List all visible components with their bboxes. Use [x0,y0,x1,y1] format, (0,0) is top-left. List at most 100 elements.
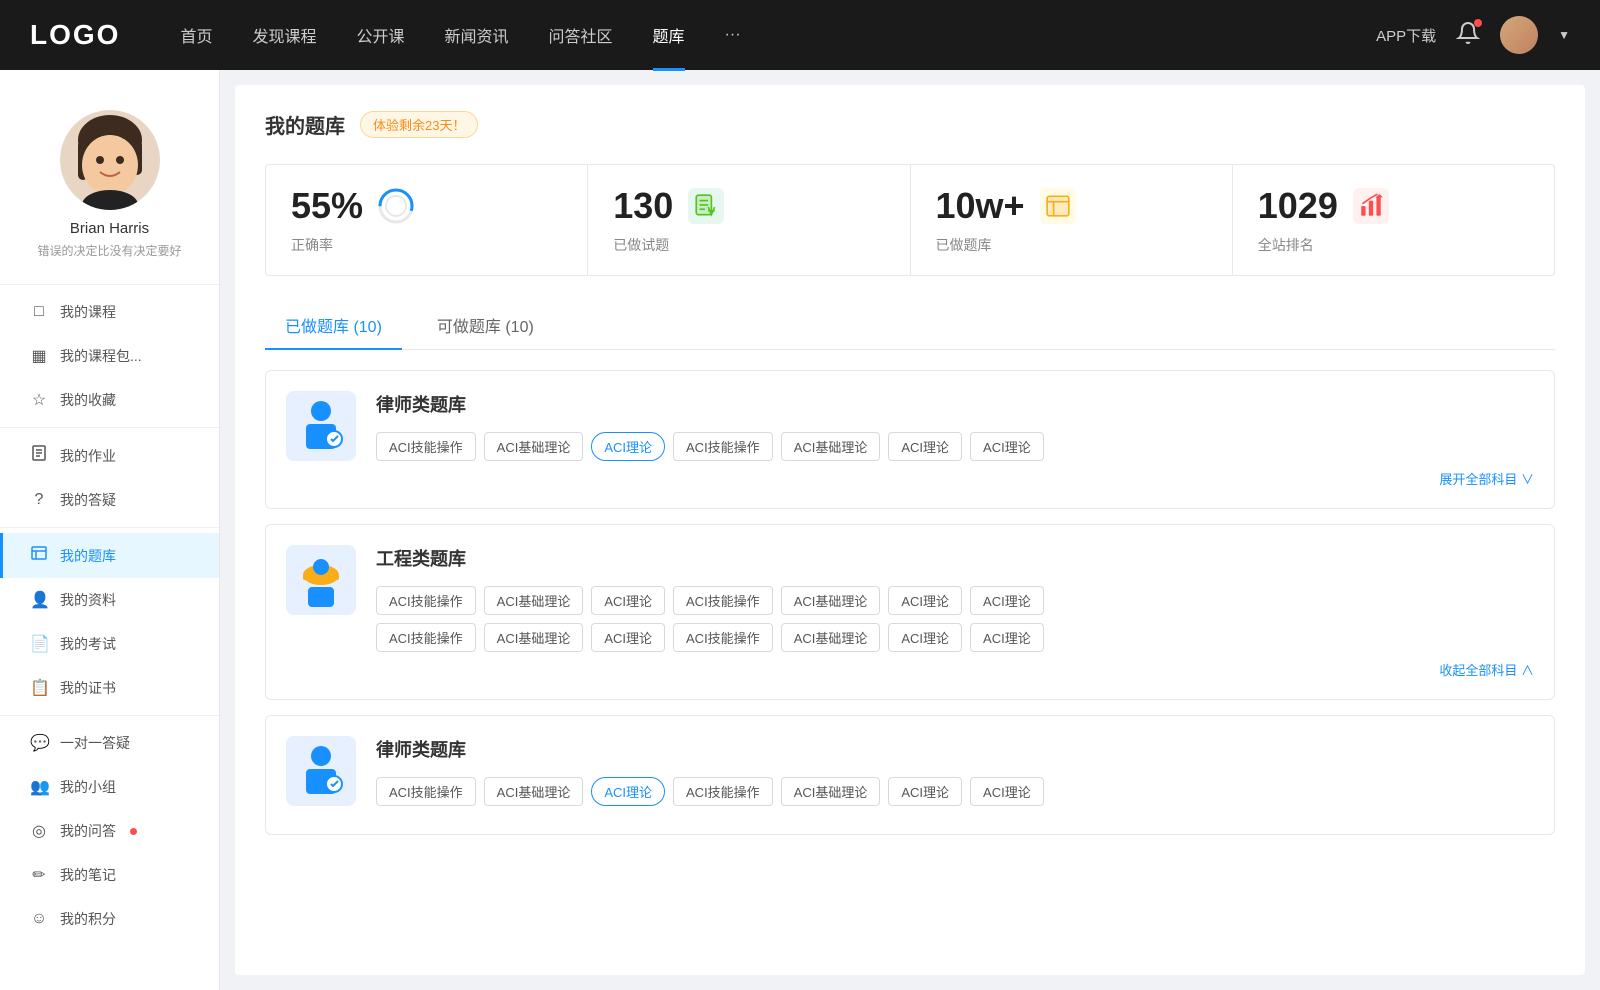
sidebar-item-profile[interactable]: 👤 我的资料 [0,578,219,622]
qbank-title-1: 律师类题库 [376,391,1534,417]
sidebar-item-courses[interactable]: □ 我的课程 [0,290,219,334]
sidebar-item-oneone[interactable]: 💬 一对一答疑 [0,721,219,765]
tag-1-3[interactable]: ACI理论 [591,432,665,461]
tag-1-7[interactable]: ACI理论 [970,432,1044,461]
qbank-content-2: 工程类题库 ACI技能操作 ACI基础理论 ACI理论 ACI技能操作 ACI基… [376,545,1534,679]
courses-icon: □ [30,303,48,321]
sidebar-item-notes[interactable]: ✏ 我的笔记 [0,853,219,897]
sidebar-item-certificate[interactable]: 📋 我的证书 [0,666,219,710]
user-motto: 错误的决定比没有决定要好 [37,242,181,259]
app-download-link[interactable]: APP下载 [1376,25,1436,46]
qbank-icon-engineer [286,545,356,615]
tag-3-2[interactable]: ACI基础理论 [484,777,584,806]
tag-2b-5[interactable]: ACI基础理论 [781,623,881,652]
qbank-content-3: 律师类题库 ACI技能操作 ACI基础理论 ACI理论 ACI技能操作 ACI基… [376,736,1534,814]
sidebar-label-certificate: 我的证书 [60,678,116,698]
tag-1-4[interactable]: ACI技能操作 [673,432,773,461]
tag-1-2[interactable]: ACI基础理论 [484,432,584,461]
qbank-card-2: 工程类题库 ACI技能操作 ACI基础理论 ACI理论 ACI技能操作 ACI基… [265,524,1555,700]
tag-2-7[interactable]: ACI理论 [970,586,1044,615]
qbank-icon-lawyer-1 [286,391,356,461]
stat-accuracy: 55% 正确率 [266,165,588,275]
sidebar-item-groups[interactable]: 👥 我的小组 [0,765,219,809]
tag-2-1[interactable]: ACI技能操作 [376,586,476,615]
tag-2b-4[interactable]: ACI技能操作 [673,623,773,652]
notification-bell[interactable] [1456,21,1480,50]
tag-2-4[interactable]: ACI技能操作 [673,586,773,615]
sidebar-item-course-packages[interactable]: ▦ 我的课程包... [0,334,219,378]
favorites-icon: ☆ [30,390,48,410]
sidebar-item-homework[interactable]: 我的作业 [0,433,219,478]
logo[interactable]: LOGO [30,19,120,51]
tag-2b-6[interactable]: ACI理论 [888,623,962,652]
tab-available[interactable]: 可做题库 (10) [417,301,554,349]
sidebar-item-questions[interactable]: ? 我的答疑 [0,478,219,522]
sidebar-label-course-packages: 我的课程包... [60,346,142,366]
nav-home[interactable]: 首页 [180,23,212,47]
tag-2-3[interactable]: ACI理论 [591,586,665,615]
tag-2-6[interactable]: ACI理论 [888,586,962,615]
tags-row-1: ACI技能操作 ACI基础理论 ACI理论 ACI技能操作 ACI基础理论 AC… [376,432,1534,461]
sidebar-item-questionbank[interactable]: 我的题库 [0,533,219,578]
tag-3-6[interactable]: ACI理论 [888,777,962,806]
main-content: 我的题库 体验剩余23天！ 55% 正确率 [235,85,1585,975]
sidebar-item-points[interactable]: ☺ 我的积分 [0,897,219,941]
stat-ranking-number: 1029 [1258,185,1338,227]
sidebar: Brian Harris 错误的决定比没有决定要好 □ 我的课程 ▦ 我的课程包… [0,70,220,990]
tag-1-5[interactable]: ACI基础理论 [781,432,881,461]
user-avatar-nav[interactable] [1500,16,1538,54]
stat-ranking-top: 1029 [1258,185,1529,227]
qbank-tabs: 已做题库 (10) 可做题库 (10) [265,301,1555,350]
nav-opencourse[interactable]: 公开课 [356,23,404,47]
sidebar-item-exam[interactable]: 📄 我的考试 [0,622,219,666]
tag-2-5[interactable]: ACI基础理论 [781,586,881,615]
tag-3-1[interactable]: ACI技能操作 [376,777,476,806]
stat-done-questions-label: 已做试题 [613,235,884,255]
avatar-svg [60,110,160,210]
nav-right: APP下载 ▼ [1376,16,1570,54]
oneone-icon: 💬 [30,733,48,753]
nav-qa[interactable]: 问答社区 [549,23,613,47]
nav-more[interactable]: ··· [725,26,741,44]
tag-2b-2[interactable]: ACI基础理论 [484,623,584,652]
tag-2b-3[interactable]: ACI理论 [591,623,665,652]
tag-3-3[interactable]: ACI理论 [591,777,665,806]
sidebar-label-favorites: 我的收藏 [60,390,116,410]
tag-2b-7[interactable]: ACI理论 [970,623,1044,652]
tag-3-4[interactable]: ACI技能操作 [673,777,773,806]
sidebar-label-courses: 我的课程 [60,302,116,322]
avatar-image [1500,16,1538,54]
myquestions-icon: ◎ [30,821,48,841]
stat-done-questions: 130 已做试题 [588,165,910,275]
ranking-icon [1353,188,1389,224]
nav-news[interactable]: 新闻资讯 [445,23,509,47]
expand-link-1[interactable]: 展开全部科目 ∨ [376,469,1534,488]
nav-questionbank[interactable]: 题库 [653,23,685,47]
stat-ranking-label: 全站排名 [1258,235,1529,255]
sidebar-label-points: 我的积分 [60,909,116,929]
tag-1-1[interactable]: ACI技能操作 [376,432,476,461]
tag-2b-1[interactable]: ACI技能操作 [376,623,476,652]
tags-row-3: ACI技能操作 ACI基础理论 ACI理论 ACI技能操作 ACI基础理论 AC… [376,777,1534,806]
nav-discover[interactable]: 发现课程 [252,23,316,47]
tag-1-6[interactable]: ACI理论 [888,432,962,461]
tag-3-7[interactable]: ACI理论 [970,777,1044,806]
tag-3-5[interactable]: ACI基础理论 [781,777,881,806]
collapse-link-2[interactable]: 收起全部科目 ∧ [376,660,1534,679]
sidebar-label-homework: 我的作业 [60,446,116,466]
main-layout: Brian Harris 错误的决定比没有决定要好 □ 我的课程 ▦ 我的课程包… [0,70,1600,990]
notes-icon: ✏ [30,865,48,885]
tag-2-2[interactable]: ACI基础理论 [484,586,584,615]
stat-done-banks-number: 10w+ [936,185,1025,227]
questionbank-icon [30,545,48,566]
tags-row-2a: ACI技能操作 ACI基础理论 ACI理论 ACI技能操作 ACI基础理论 AC… [376,586,1534,615]
user-menu-chevron[interactable]: ▼ [1558,28,1570,42]
sidebar-item-favorites[interactable]: ☆ 我的收藏 [0,378,219,422]
homework-icon [30,445,48,466]
tab-done[interactable]: 已做题库 (10) [265,301,402,349]
qbank-title-2: 工程类题库 [376,545,1534,571]
sidebar-label-notes: 我的笔记 [60,865,116,885]
sidebar-item-myquestions[interactable]: ◎ 我的问答 [0,809,219,853]
qbank-icon-lawyer-3 [286,736,356,806]
myquestions-dot [130,828,137,835]
